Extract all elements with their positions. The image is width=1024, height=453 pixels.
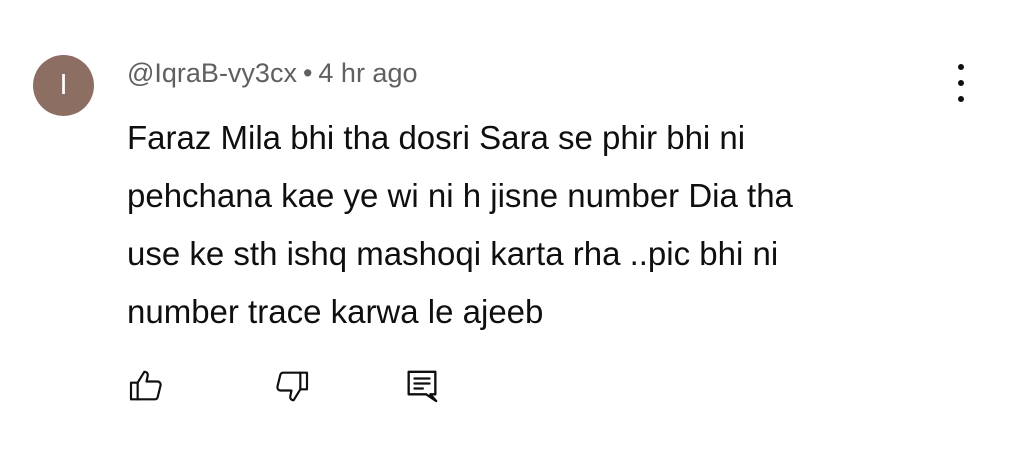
like-button[interactable] [122,362,170,410]
comment-text: Faraz Mila bhi tha dosri Sara se phir bh… [127,109,927,341]
more-vert-icon-dot [958,96,964,102]
more-vert-icon [958,64,964,70]
comment-text-line: Faraz Mila bhi tha dosri Sara se phir bh… [127,119,746,156]
comment-text-line: pehchana kae ye wi ni h jisne number Dia… [127,177,793,214]
more-vert-icon-dot [958,80,964,86]
thumb-down-icon [276,371,309,402]
avatar[interactable]: I [33,55,94,116]
reply-comment-icon [407,370,438,403]
reply-button[interactable] [398,362,446,410]
comment-header: @IqraB-vy3cx • 4 hr ago [127,58,417,89]
author-name[interactable]: @IqraB-vy3cx [127,58,297,88]
dislike-button[interactable] [268,362,316,410]
thumb-up-icon [129,370,162,401]
meta-separator: • [302,58,313,88]
comment-text-line: use ke sth ishq mashoqi karta rha ..pic … [127,235,779,272]
comment-item: I @IqraB-vy3cx • 4 hr ago Faraz Mila bhi t… [0,0,1024,453]
timestamp[interactable]: 4 hr ago [318,58,417,88]
more-options-button[interactable] [946,64,976,102]
avatar-letter: I [59,69,68,101]
comment-text-line: number trace karwa le ajeeb [127,293,544,330]
